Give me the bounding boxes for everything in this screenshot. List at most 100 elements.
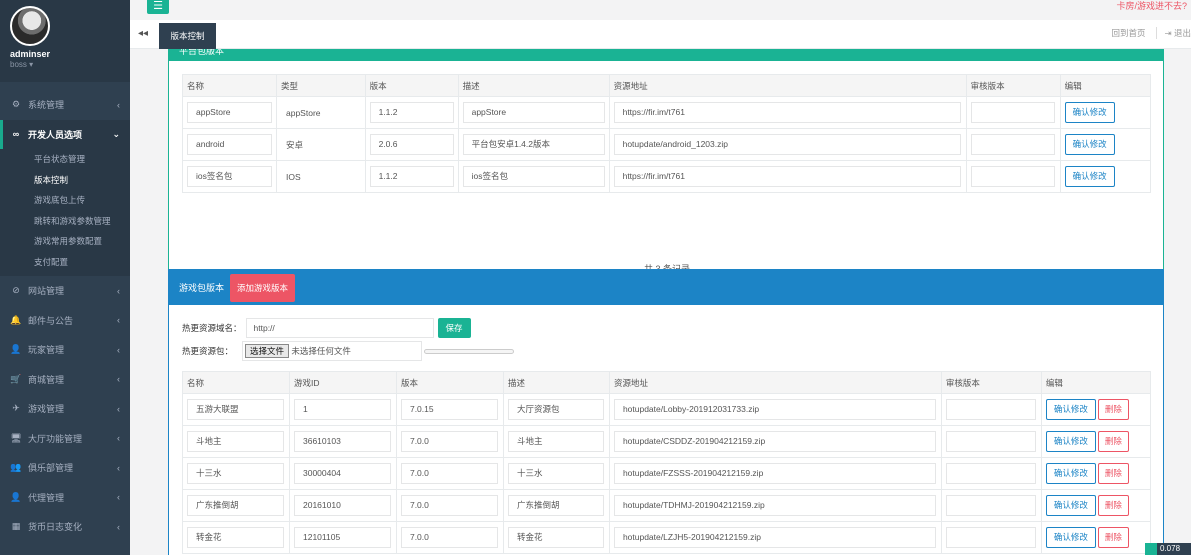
sidebar-item-website[interactable]: ⊘ 网站管理 ‹ (0, 276, 130, 306)
description-input[interactable]: ios签名包 (462, 166, 605, 187)
name-input[interactable]: 转金花 (187, 527, 284, 548)
delete-button[interactable]: 删除 (1097, 527, 1129, 548)
avatar[interactable] (10, 6, 50, 46)
menu-toggle-button[interactable]: ☰ (147, 0, 169, 14)
subitem-platform-status[interactable]: 平台状态管理 (0, 149, 130, 170)
sidebar-item-system[interactable]: ⚙ 系统管理 ‹ (0, 90, 130, 120)
chevron-down-icon: ⌄ (112, 128, 120, 139)
sidebar-item-label: 开发人员选项 (28, 129, 83, 140)
audit-version-input[interactable] (945, 527, 1036, 548)
column-header: 审核版本 (965, 74, 1061, 97)
game-id-input[interactable]: 36610103 (293, 431, 391, 452)
resource-url-input[interactable]: hotupdate/CSDDZ-201904212159.zip (613, 431, 936, 452)
cart-icon: 🛒 (10, 373, 22, 384)
column-header: 编辑 (1040, 371, 1152, 394)
confirm-edit-button[interactable]: 确认修改 (1045, 495, 1096, 516)
game-id-input[interactable]: 30000404 (293, 463, 391, 484)
name-input[interactable]: android (187, 134, 272, 155)
sidebar-item-games[interactable]: ✈ 游戏管理 ‹ (0, 394, 130, 424)
audit-version-input[interactable] (970, 102, 1055, 123)
subitem-payment-config[interactable]: 支付配置 (0, 252, 130, 273)
resource-url-input[interactable]: hotupdate/TDHMJ-201904212159.zip (613, 495, 936, 516)
save-button[interactable]: 保存 (437, 318, 471, 338)
chevron-left-icon: ‹ (117, 99, 120, 110)
name-input[interactable]: 广东推倒胡 (187, 495, 284, 516)
sidebar-item-lobby[interactable]: 🖥 大厅功能管理 ‹ (0, 424, 130, 454)
description-input[interactable]: 大厅资源包 (507, 399, 604, 420)
sidebar-item-agent[interactable]: 👤 代理管理 ‹ (0, 483, 130, 513)
checkmark-icon (1145, 543, 1157, 555)
description-input[interactable]: 广东推倒胡 (507, 495, 604, 516)
version-input[interactable]: 7.0.0 (400, 495, 498, 516)
game-id-input[interactable]: 12101105 (293, 527, 391, 548)
description-input[interactable]: 斗地主 (507, 431, 604, 452)
sidebar-item-label: 俱乐部管理 (28, 463, 74, 474)
file-input[interactable]: 选择文件 未选择任何文件 (242, 341, 423, 361)
sidebar-item-club[interactable]: 👥 俱乐部管理 ‹ (0, 453, 130, 483)
game-id-input[interactable]: 1 (293, 399, 391, 420)
subitem-jump-params[interactable]: 跳转和游戏参数管理 (0, 211, 130, 232)
name-input[interactable]: 斗地主 (187, 431, 284, 452)
confirm-edit-button[interactable]: 确认修改 (1064, 166, 1115, 187)
home-link[interactable]: 回到首页 (1112, 27, 1146, 39)
version-input[interactable]: 2.0.6 (369, 134, 454, 155)
sidebar: adminser boss ▾ ⚙ 系统管理 ‹ ∞ 开发人员选项 ⌄ 平台状态… (0, 0, 130, 555)
audit-version-input[interactable] (945, 495, 1036, 516)
tab-scroll-left-icon[interactable]: ◂◂ (138, 28, 148, 39)
resource-url-input[interactable]: hotupdate/LZJH5-201904212159.zip (613, 527, 936, 548)
tab-version-control[interactable]: 版本控制 (159, 23, 216, 49)
user-role-dropdown[interactable]: boss ▾ (10, 60, 120, 69)
resource-url-input[interactable]: hotupdate/android_1203.zip (613, 134, 961, 155)
subitem-version-control[interactable]: 版本控制 (0, 170, 130, 191)
room-stuck-link[interactable]: 卡房/游戏进不去? (1116, 0, 1187, 12)
delete-button[interactable]: 删除 (1097, 399, 1129, 420)
choose-file-button[interactable]: 选择文件 (245, 344, 290, 358)
resource-url-input[interactable]: hotupdate/Lobby-201912031733.zip (613, 399, 936, 420)
gear-icon: ⚙ (11, 99, 21, 110)
audit-version-input[interactable] (945, 399, 1036, 420)
user-icon: 👤 (10, 491, 22, 502)
audit-version-input[interactable] (970, 134, 1055, 155)
resource-url-input[interactable]: hotupdate/FZSSS-201904212159.zip (613, 463, 936, 484)
sidebar-item-shop[interactable]: 🛒 商城管理 ‹ (0, 365, 130, 395)
delete-button[interactable]: 删除 (1097, 495, 1129, 516)
version-input[interactable]: 7.0.15 (400, 399, 498, 420)
domain-input[interactable]: http:// (245, 318, 434, 338)
confirm-edit-button[interactable]: 确认修改 (1064, 134, 1115, 155)
subitem-game-package-upload[interactable]: 游戏底包上传 (0, 190, 130, 211)
resource-url-input[interactable]: https://fir.im/t761 (613, 166, 961, 187)
sidebar-item-mail[interactable]: 🔔 邮件与公告 ‹ (0, 306, 130, 336)
version-input[interactable]: 7.0.0 (400, 463, 498, 484)
confirm-edit-button[interactable]: 确认修改 (1064, 102, 1115, 123)
game-id-input[interactable]: 20161010 (293, 495, 391, 516)
sidebar-item-developer[interactable]: ∞ 开发人员选项 ⌄ (0, 119, 130, 149)
name-input[interactable]: 十三水 (187, 463, 284, 484)
version-input[interactable]: 7.0.0 (400, 431, 498, 452)
resource-url-input[interactable]: https://fir.im/t761 (613, 102, 961, 123)
sidebar-item-players[interactable]: 👤 玩家管理 ‹ (0, 335, 130, 365)
confirm-edit-button[interactable]: 确认修改 (1045, 527, 1096, 548)
version-input[interactable]: 7.0.0 (400, 527, 498, 548)
confirm-edit-button[interactable]: 确认修改 (1045, 463, 1096, 484)
add-game-version-button[interactable]: 添加游戏版本 (230, 273, 296, 302)
sidebar-item-label: 玩家管理 (28, 345, 65, 356)
confirm-edit-button[interactable]: 确认修改 (1045, 431, 1096, 452)
audit-version-input[interactable] (945, 431, 1036, 452)
delete-button[interactable]: 删除 (1097, 431, 1129, 452)
description-input[interactable]: 十三水 (507, 463, 604, 484)
logout-link[interactable]: ⇥ 退出 (1155, 27, 1191, 39)
delete-button[interactable]: 删除 (1097, 463, 1129, 484)
sidebar-item-currency-log[interactable]: ▦ 货币日志变化 ‹ (0, 512, 130, 542)
subitem-common-params[interactable]: 游戏常用参数配置 (0, 231, 130, 252)
version-input[interactable]: 1.1.2 (369, 102, 454, 123)
name-input[interactable]: 五游大联盟 (187, 399, 284, 420)
name-input[interactable]: appStore (187, 102, 272, 123)
audit-version-input[interactable] (970, 166, 1055, 187)
audit-version-input[interactable] (945, 463, 1036, 484)
description-input[interactable]: 平台包安卓1.4.2版本 (462, 134, 605, 155)
name-input[interactable]: ios签名包 (187, 166, 272, 187)
description-input[interactable]: appStore (462, 102, 605, 123)
version-input[interactable]: 1.1.2 (369, 166, 454, 187)
confirm-edit-button[interactable]: 确认修改 (1045, 399, 1096, 420)
description-input[interactable]: 转金花 (507, 527, 604, 548)
